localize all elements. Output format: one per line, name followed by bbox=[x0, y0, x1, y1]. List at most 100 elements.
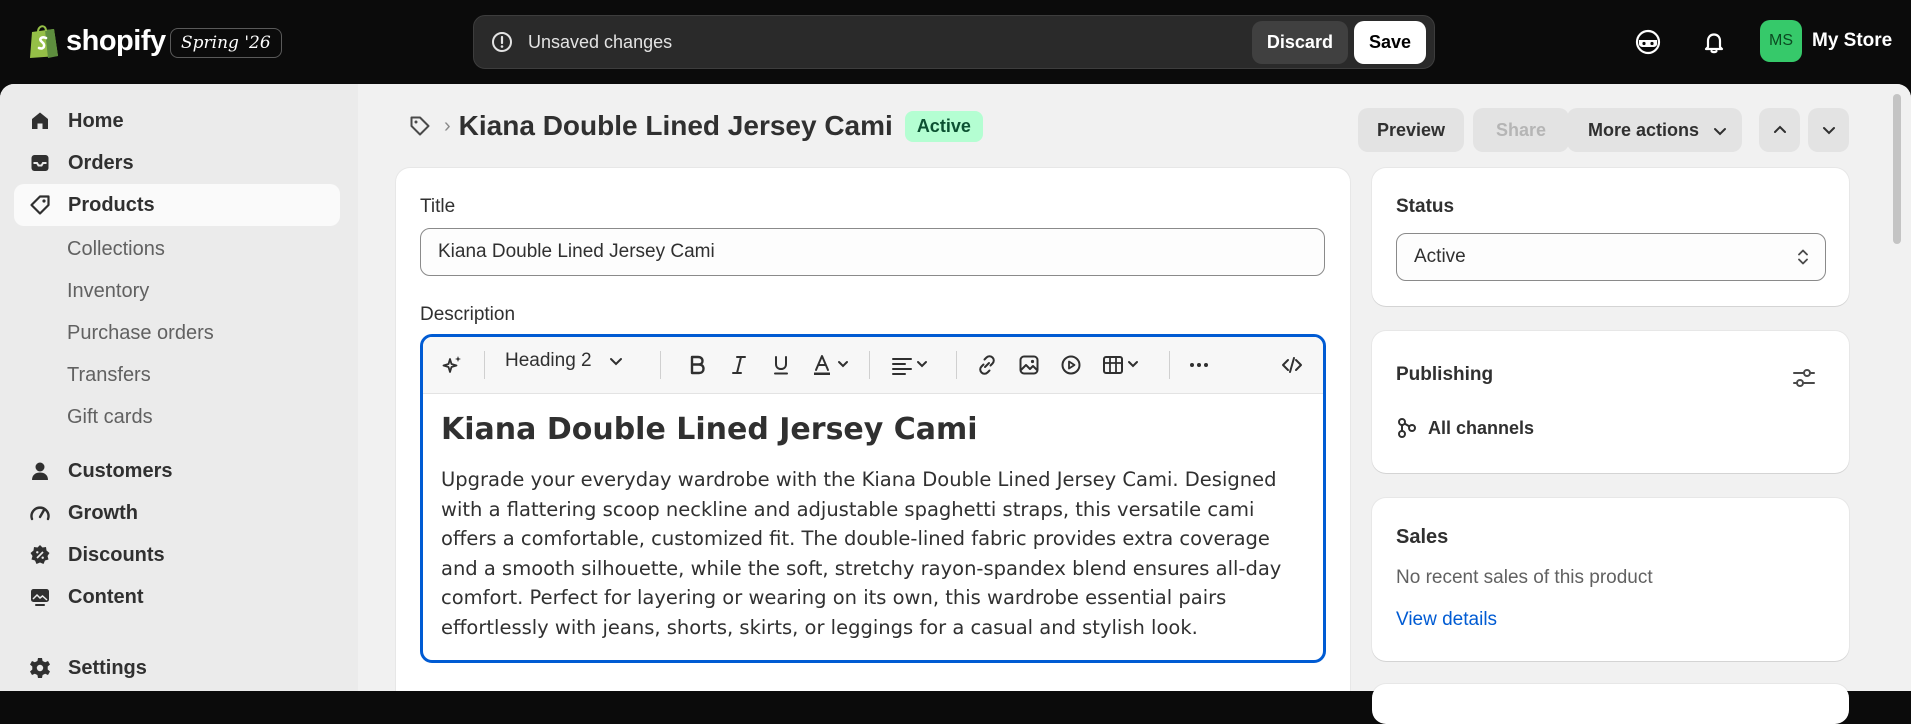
status-select[interactable]: Active bbox=[1396, 233, 1826, 281]
top-bar: shopify Spring '26 Unsaved changes Disca… bbox=[0, 0, 1911, 84]
unsaved-changes-bar: Unsaved changes Discard Save bbox=[473, 15, 1435, 69]
edition-badge[interactable]: Spring '26 bbox=[170, 28, 282, 58]
bold-icon[interactable] bbox=[685, 353, 709, 377]
toolbar-divider bbox=[869, 351, 870, 379]
description-heading: Kiana Double Lined Jersey Cami bbox=[441, 412, 978, 447]
gear-icon bbox=[30, 658, 50, 678]
toolbar-divider bbox=[956, 351, 957, 379]
sidebar-item-discounts[interactable]: Discounts bbox=[14, 534, 340, 576]
chevron-up-icon bbox=[1773, 125, 1786, 133]
brand-name: shopify bbox=[66, 24, 166, 57]
table-icon[interactable] bbox=[1101, 353, 1145, 377]
chevron-down-icon bbox=[1714, 128, 1726, 136]
sidebar-subitem-gift-cards[interactable]: Gift cards bbox=[67, 406, 153, 429]
sliders-icon[interactable] bbox=[1791, 365, 1817, 391]
tag-icon[interactable] bbox=[408, 114, 432, 138]
editor-content[interactable]: Kiana Double Lined Jersey Cami Upgrade y… bbox=[441, 412, 1301, 642]
toolbar-divider bbox=[1169, 351, 1170, 379]
description-label: Description bbox=[420, 304, 516, 325]
underline-icon[interactable] bbox=[769, 353, 793, 377]
gauge-icon bbox=[30, 506, 50, 521]
preview-button[interactable]: Preview bbox=[1358, 108, 1464, 152]
content-icon bbox=[31, 589, 49, 606]
avatar: MS bbox=[1760, 20, 1802, 62]
channels-icon bbox=[1398, 418, 1416, 438]
view-details-link[interactable]: View details bbox=[1396, 609, 1497, 631]
sidebar-item-label: Growth bbox=[68, 501, 138, 524]
inbox-icon bbox=[31, 155, 49, 171]
sidebar-item-label: Content bbox=[68, 585, 144, 608]
sidebar-item-growth[interactable]: Growth bbox=[14, 492, 340, 534]
sidekick-icon[interactable] bbox=[1634, 28, 1662, 56]
next-product-button[interactable] bbox=[1808, 108, 1849, 152]
page-title: Kiana Double Lined Jersey Cami bbox=[458, 110, 893, 141]
heading-style-value: Heading 2 bbox=[505, 350, 592, 371]
magic-icon[interactable] bbox=[441, 353, 465, 377]
text-color-icon[interactable] bbox=[811, 353, 855, 377]
scrollbar-thumb[interactable] bbox=[1893, 94, 1901, 244]
sidebar-item-home[interactable]: Home bbox=[14, 100, 340, 142]
sales-text: No recent sales of this product bbox=[1396, 567, 1653, 588]
store-menu[interactable]: MS My Store bbox=[1760, 20, 1892, 62]
video-icon[interactable] bbox=[1059, 353, 1083, 377]
code-icon[interactable] bbox=[1280, 353, 1304, 377]
publishing-card: Publishing All channels bbox=[1372, 331, 1849, 473]
sidebar-item-label: Discounts bbox=[68, 543, 165, 566]
more-horizontal-icon[interactable] bbox=[1187, 353, 1211, 377]
italic-icon[interactable] bbox=[727, 353, 751, 377]
sidebar-item-label: Settings bbox=[68, 656, 147, 679]
heading-style-select[interactable]: Heading 2 bbox=[505, 350, 624, 372]
sidebar-item-label: Home bbox=[68, 109, 124, 132]
title-label: Title bbox=[420, 196, 456, 217]
discard-button[interactable]: Discard bbox=[1251, 20, 1348, 64]
shopify-bag-icon bbox=[30, 25, 58, 58]
sidebar-item-orders[interactable]: Orders bbox=[14, 142, 340, 184]
unsaved-changes-text: Unsaved changes bbox=[528, 31, 673, 52]
sidebar-item-settings[interactable]: Settings bbox=[14, 647, 340, 689]
align-icon[interactable] bbox=[890, 353, 934, 377]
sidebar: Home Orders Products Collections Invento… bbox=[0, 84, 358, 691]
sidebar-subitem-purchase-orders[interactable]: Purchase orders bbox=[67, 322, 214, 345]
description-paragraph: Upgrade your everyday wardrobe with the … bbox=[441, 468, 1282, 639]
chevron-down-icon bbox=[609, 358, 622, 366]
sidebar-item-customers[interactable]: Customers bbox=[14, 450, 340, 492]
channels-text: All channels bbox=[1428, 417, 1535, 438]
store-name: My Store bbox=[1812, 30, 1893, 51]
sidebar-item-label: Customers bbox=[68, 459, 173, 482]
sidebar-subitem-transfers[interactable]: Transfers bbox=[67, 364, 151, 387]
share-button[interactable]: Share bbox=[1473, 108, 1569, 152]
channels-row: All channels bbox=[1396, 417, 1534, 439]
description-editor[interactable]: Heading 2 Kiana Double Lined Jersey Cami… bbox=[420, 334, 1326, 663]
status-select-value: Active bbox=[1414, 246, 1466, 267]
more-actions-label: More actions bbox=[1587, 119, 1700, 140]
sidebar-item-content[interactable]: Content bbox=[14, 576, 340, 618]
save-button[interactable]: Save bbox=[1353, 20, 1426, 64]
chevron-down-icon bbox=[1822, 127, 1835, 135]
sales-label: Sales bbox=[1396, 526, 1449, 548]
tag-icon bbox=[30, 195, 50, 215]
alert-icon bbox=[492, 32, 512, 52]
sidebar-subitem-inventory[interactable]: Inventory bbox=[67, 280, 149, 303]
sidebar-item-products[interactable]: Products bbox=[14, 184, 340, 226]
status-badge: Active bbox=[904, 110, 983, 142]
shopify-logo[interactable]: shopify bbox=[28, 22, 166, 60]
sidebar-subitem-collections[interactable]: Collections bbox=[67, 238, 165, 261]
publishing-label: Publishing bbox=[1396, 364, 1494, 385]
sales-card: Sales No recent sales of this product Vi… bbox=[1372, 498, 1849, 661]
previous-product-button[interactable] bbox=[1759, 108, 1800, 152]
link-icon[interactable] bbox=[975, 353, 999, 377]
toolbar-divider bbox=[484, 351, 485, 379]
editor-toolbar: Heading 2 bbox=[423, 337, 1323, 394]
select-chevrons-icon bbox=[1798, 249, 1808, 265]
image-icon[interactable] bbox=[1017, 353, 1041, 377]
bell-icon[interactable] bbox=[1700, 28, 1728, 56]
breadcrumb: › Kiana Double Lined Jersey Cami Active bbox=[408, 110, 983, 142]
title-input[interactable]: Kiana Double Lined Jersey Cami bbox=[420, 228, 1325, 276]
toolbar-divider bbox=[660, 351, 661, 379]
status-card: Status Active bbox=[1372, 168, 1849, 306]
status-label: Status bbox=[1396, 196, 1455, 217]
person-icon bbox=[32, 462, 48, 480]
more-actions-button[interactable]: More actions bbox=[1567, 108, 1742, 152]
sidebar-item-label: Orders bbox=[68, 151, 134, 174]
next-card bbox=[1372, 684, 1849, 724]
